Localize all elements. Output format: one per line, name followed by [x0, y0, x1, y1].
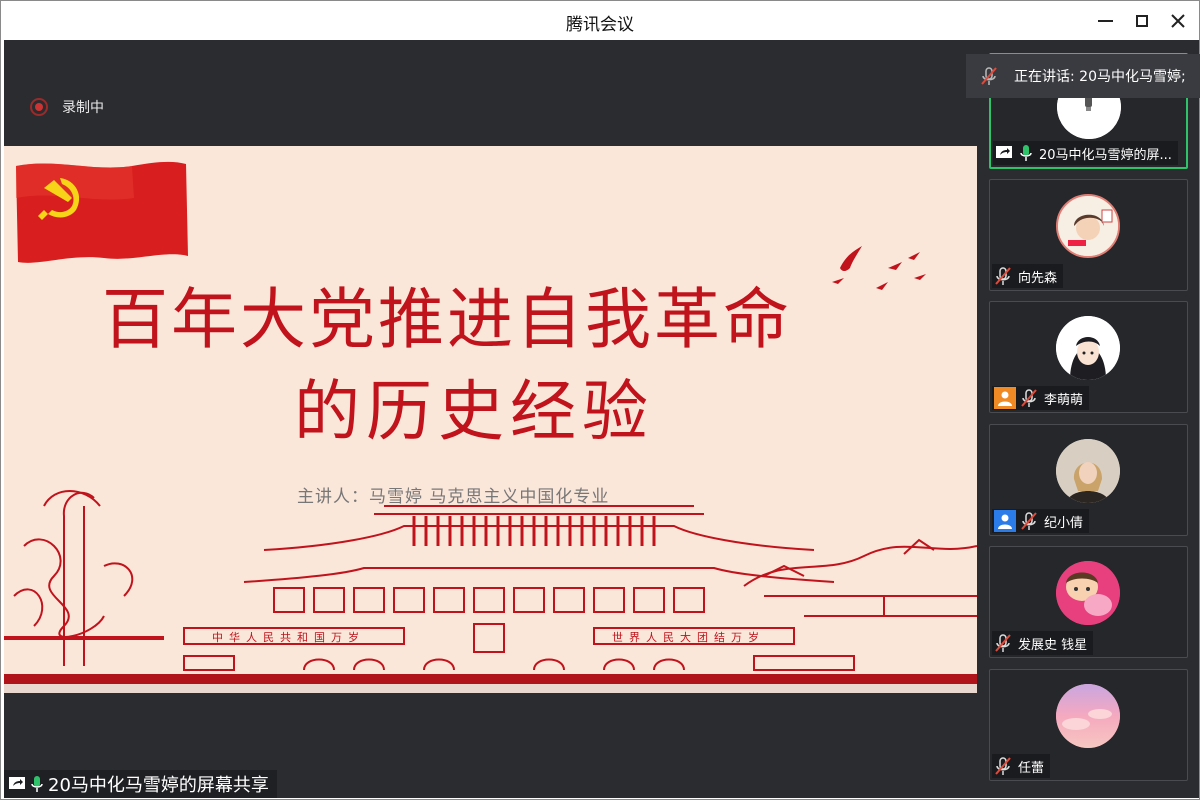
participant-name: 任蕾	[1018, 760, 1045, 776]
user-badge-icon	[994, 510, 1016, 532]
mic-muted-icon	[1021, 512, 1037, 530]
participant-tile[interactable]: 李萌萌	[989, 301, 1188, 413]
birds-decoration	[832, 246, 926, 290]
minimize-icon	[1097, 20, 1113, 22]
avatar	[1056, 316, 1120, 380]
avatar	[1056, 439, 1120, 503]
participant-name: 20马中化马雪婷的屏...	[1039, 147, 1172, 163]
mic-muted-icon	[981, 67, 997, 85]
mic-on-icon	[31, 776, 43, 792]
close-icon	[1171, 14, 1185, 28]
participant-namebar: 20马中化马雪婷的屏...	[993, 141, 1178, 165]
screen-share-label: 20马中化马雪婷的屏幕共享	[4, 770, 277, 798]
participant-tile[interactable]: 发展史 钱星	[989, 546, 1188, 658]
screen-share-label-text: 20马中化马雪婷的屏幕共享	[48, 775, 269, 796]
maximize-button[interactable]	[1129, 9, 1155, 33]
maximize-icon	[1136, 15, 1148, 27]
participant-namebar: 任蕾	[992, 754, 1051, 778]
tiananmen-illustration: 中华人民共和国万岁 世界人民大团结万岁	[4, 490, 977, 693]
close-button[interactable]	[1165, 9, 1191, 33]
participant-name: 向先森	[1018, 270, 1058, 286]
participant-name: 李萌萌	[1044, 392, 1084, 408]
participant-name: 发展史 钱星	[1018, 637, 1088, 653]
participant-tile[interactable]: 任蕾	[989, 669, 1188, 781]
participant-namebar: 发展史 钱星	[992, 631, 1094, 655]
avatar	[1056, 194, 1120, 258]
banner-left: 中华人民共和国万岁	[212, 630, 365, 644]
slide-title-line1: 百年大党推进自我革命	[102, 281, 792, 358]
user-badge-icon	[994, 387, 1016, 409]
recording-indicator[interactable]: 录制中	[30, 97, 104, 117]
avatar	[1056, 684, 1120, 748]
participant-tile[interactable]: 向先森	[989, 179, 1188, 291]
participant-namebar: 向先森	[992, 264, 1064, 288]
party-flag-image	[16, 161, 188, 263]
recording-label: 录制中	[62, 100, 104, 116]
window-title: 腾讯会议	[566, 15, 634, 35]
shared-screen-stage: 录制中 百年大党推进自我革命 的历史经验 主讲人：马雪婷 马克思主义中国化专业	[4, 40, 977, 798]
participant-namebar: 纪小倩	[992, 509, 1090, 533]
active-speaker-banner: 正在讲话: 20马中化马雪婷;	[966, 54, 1200, 98]
participant-namebar: 李萌萌	[992, 386, 1090, 410]
title-bar: 腾讯会议	[1, 1, 1199, 40]
mic-muted-icon	[995, 634, 1011, 652]
minimize-button[interactable]	[1092, 9, 1118, 33]
screen-share-icon	[9, 777, 25, 789]
active-speaker-text: 正在讲话: 20马中化马雪婷;	[1014, 69, 1186, 85]
screen-share-icon	[996, 146, 1012, 158]
record-icon	[30, 98, 48, 116]
banner-right: 世界人民大团结万岁	[612, 630, 765, 644]
tencent-meeting-window: 腾讯会议 录制中 百年大党推进自我革命 的历史经验 主讲人：马雪婷 马克思主义中…	[0, 0, 1200, 800]
presentation-slide: 百年大党推进自我革命 的历史经验 主讲人：马雪婷 马克思主义中国化专业 中华人民…	[4, 146, 977, 693]
mic-muted-icon	[995, 757, 1011, 775]
avatar	[1056, 561, 1120, 625]
participant-name: 纪小倩	[1044, 515, 1084, 531]
slide-title-line2: 的历史经验	[294, 373, 654, 450]
mic-on-icon	[1020, 145, 1032, 161]
mic-muted-icon	[995, 267, 1011, 285]
participant-tile[interactable]: 纪小倩	[989, 424, 1188, 536]
mic-muted-icon	[1021, 389, 1037, 407]
